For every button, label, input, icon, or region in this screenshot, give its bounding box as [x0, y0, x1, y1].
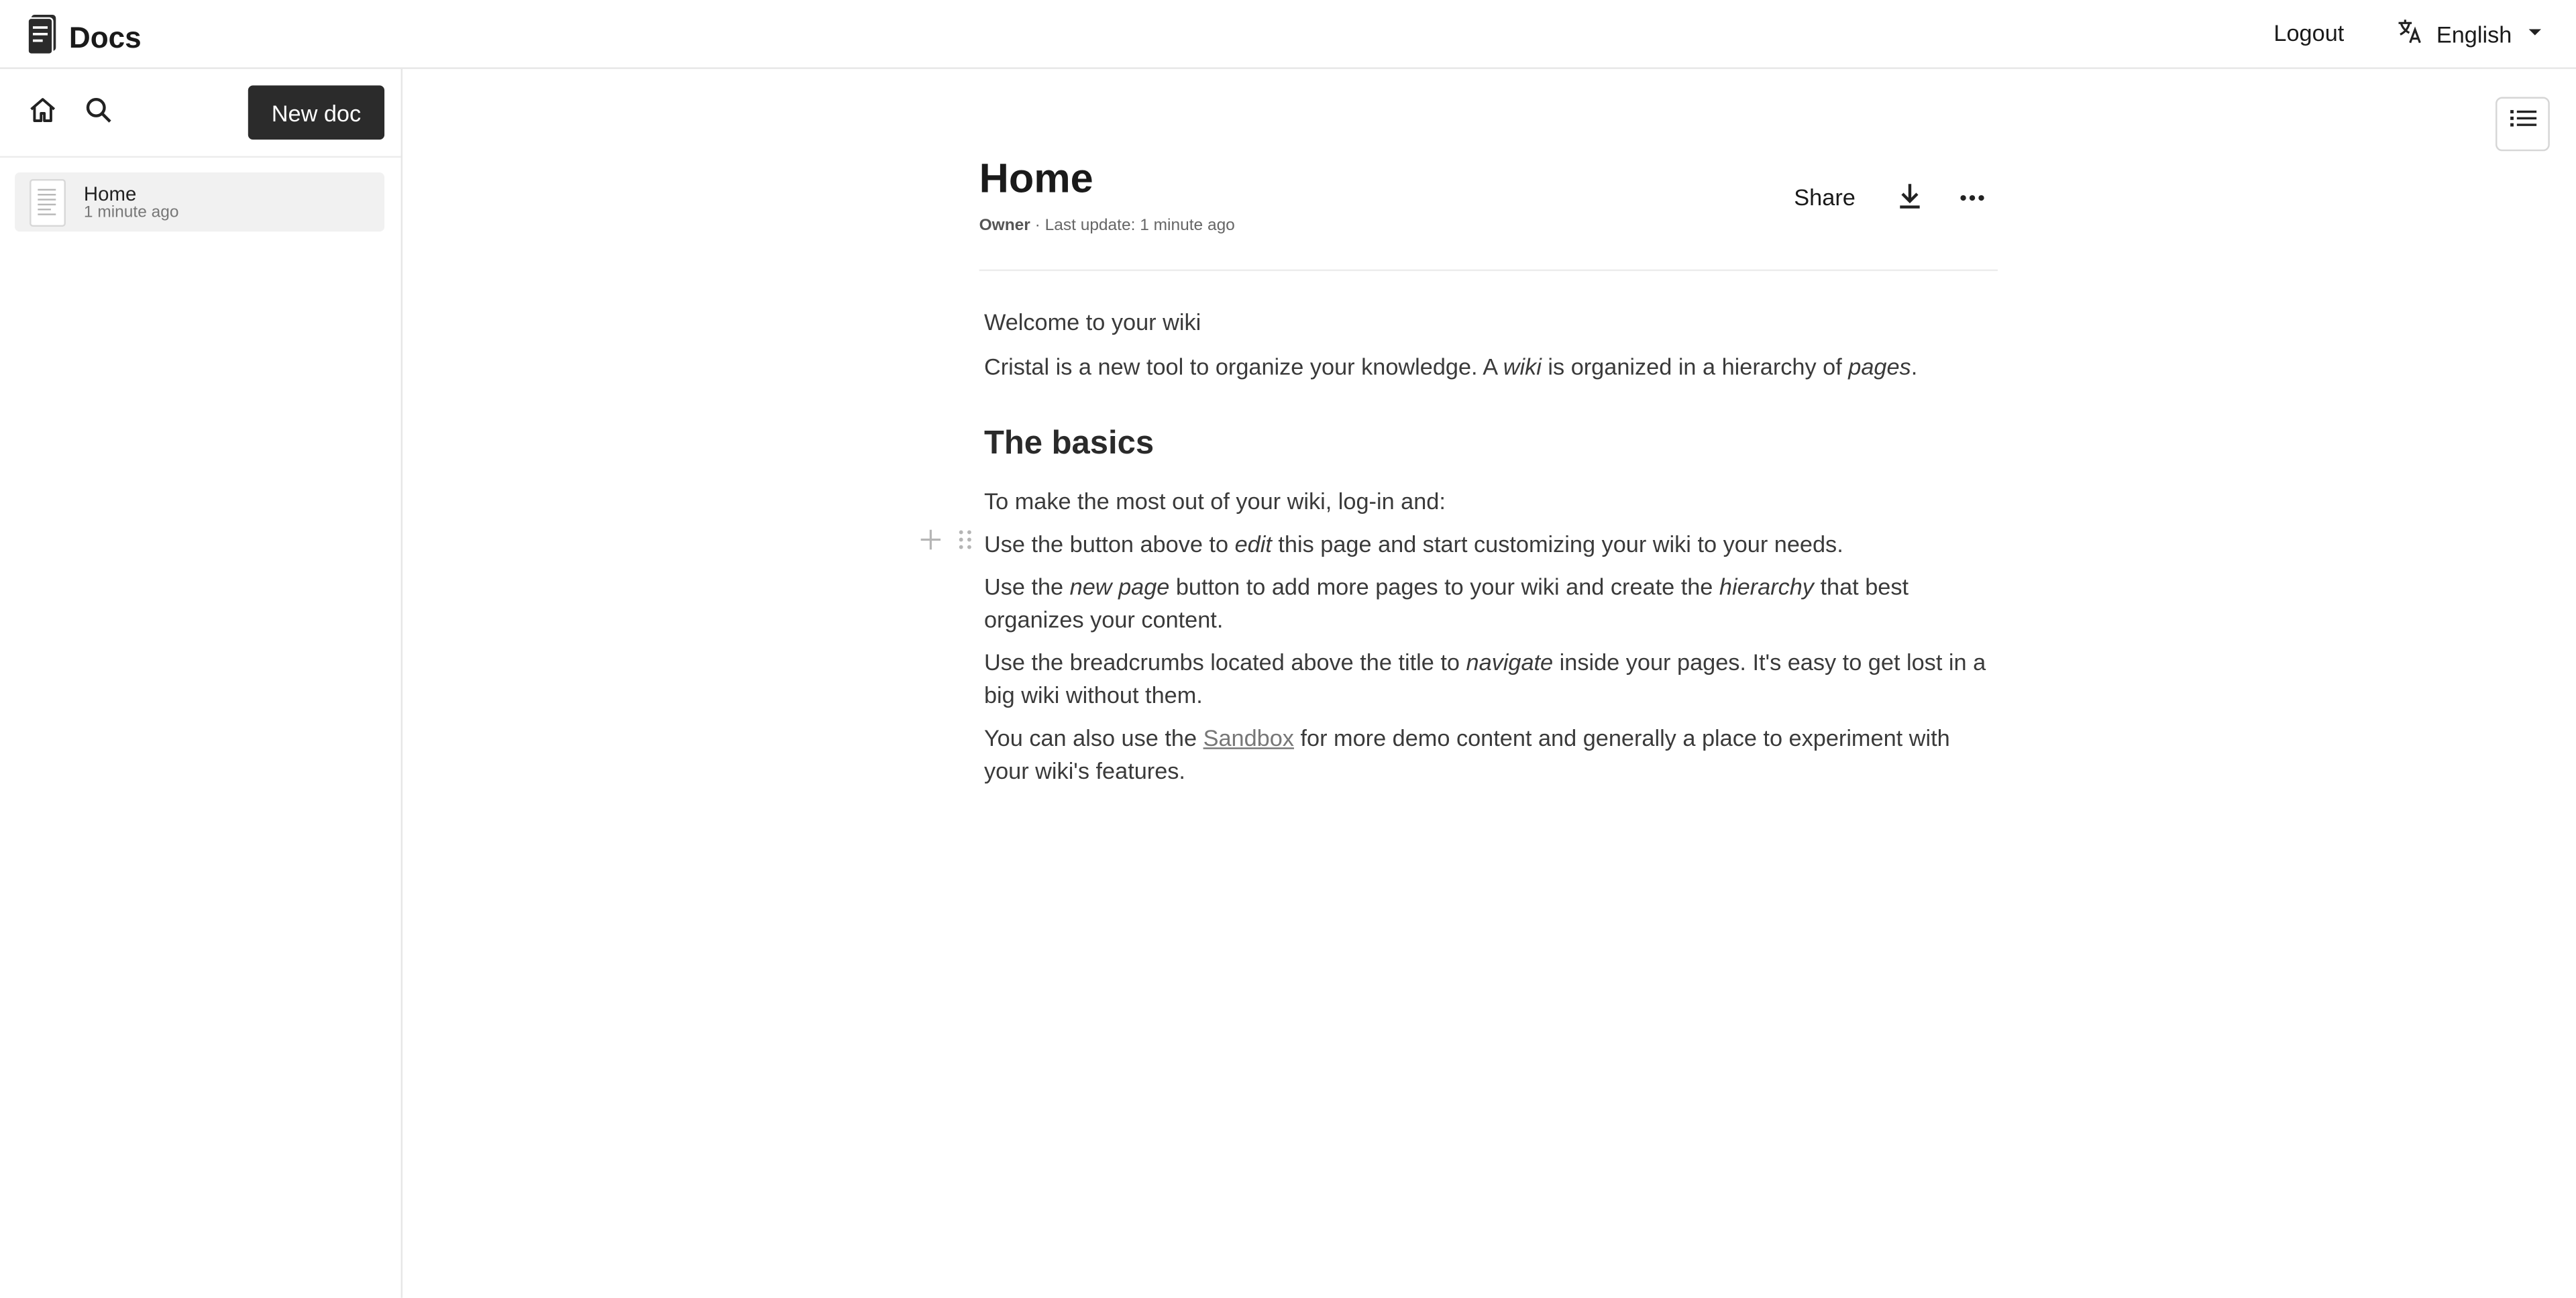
chevron-down-icon: [2525, 21, 2544, 47]
document-role: Owner: [979, 217, 1030, 235]
app-name: Docs: [68, 21, 142, 54]
paragraph-login[interactable]: To make the most out of your wiki, log-i…: [984, 484, 1446, 517]
paragraph-edit[interactable]: Use the button above to edit this page a…: [984, 527, 1843, 560]
text-run: is organized in a hierarchy of: [1541, 353, 1849, 380]
download-button[interactable]: [1894, 180, 1926, 212]
docs-logo-icon: [26, 13, 59, 64]
italic-run: edit: [1234, 531, 1272, 557]
text-run: button to add more pages to your wiki an…: [1169, 573, 1719, 600]
sidebar-doc-item-home[interactable]: Home 1 minute ago: [15, 172, 385, 232]
text-run: Use the breadcrumbs located above the ti…: [983, 649, 1466, 675]
text-run: Cristal is a new tool to organize your k…: [983, 353, 1503, 380]
italic-run: wiki: [1503, 353, 1542, 380]
translate-icon: [2397, 18, 2423, 50]
paragraph-new-page[interactable]: Use the new page button to add more page…: [984, 570, 1994, 636]
text-run: Use the: [983, 573, 1070, 600]
text-run: You can also use the: [983, 724, 1203, 751]
paragraph-intro[interactable]: Cristal is a new tool to organize your k…: [984, 350, 1917, 383]
paragraph-welcome[interactable]: Welcome to your wiki: [984, 306, 1201, 339]
sidebar-doc-time: 1 minute ago: [83, 203, 179, 222]
document-title[interactable]: Home: [979, 156, 1093, 204]
download-icon: [1894, 184, 1926, 219]
text-run: this page and start customizing your wik…: [1271, 531, 1843, 557]
italic-run: pages: [1848, 353, 1911, 380]
sidebar-toolbar: New doc: [0, 69, 401, 158]
plus-icon[interactable]: [918, 527, 943, 560]
more-horizontal-icon: [1957, 193, 1988, 221]
heading-basics[interactable]: The basics: [984, 427, 1154, 460]
language-selector[interactable]: English: [2397, 18, 2544, 50]
italic-run: navigate: [1466, 649, 1554, 675]
text-run: Use the button above to: [983, 531, 1235, 557]
new-doc-button[interactable]: New doc: [248, 85, 385, 140]
table-of-contents-button[interactable]: [2496, 97, 2550, 152]
share-button[interactable]: Share: [1794, 184, 1855, 210]
app-logo[interactable]: Docs: [26, 13, 142, 64]
logout-button[interactable]: Logout: [2273, 19, 2344, 46]
paragraph-sandbox[interactable]: You can also use the Sandbox for more de…: [984, 721, 1994, 787]
last-update: Last update: 1 minute ago: [1044, 217, 1235, 235]
text-run: .: [1911, 353, 1918, 380]
search-icon: [84, 95, 113, 132]
sandbox-link[interactable]: Sandbox: [1203, 724, 1294, 751]
more-options-button[interactable]: [1957, 182, 1988, 214]
home-button[interactable]: [26, 97, 59, 129]
document-thumbnail-icon: [30, 178, 66, 227]
meta-separator: ·: [1030, 217, 1045, 235]
header-divider: [979, 269, 1998, 272]
list-icon: [2509, 109, 2536, 140]
sidebar-doc-title: Home: [83, 182, 137, 206]
search-button[interactable]: [82, 97, 115, 129]
document-meta: Owner · Last update: 1 minute ago: [979, 217, 1235, 235]
block-handles: [918, 527, 977, 560]
sidebar: New doc Home 1 minute ago: [0, 68, 403, 1298]
drag-handle-icon[interactable]: [953, 527, 977, 560]
italic-run: hierarchy: [1719, 573, 1814, 600]
top-header: Docs Logout English: [0, 0, 2576, 69]
home-icon: [28, 95, 58, 132]
paragraph-breadcrumbs[interactable]: Use the breadcrumbs located above the ti…: [984, 645, 1994, 711]
language-label: English: [2436, 20, 2512, 47]
italic-run: new page: [1069, 573, 1170, 600]
app-root: Docs Logout English New doc Home 1 minut…: [0, 0, 2576, 1298]
